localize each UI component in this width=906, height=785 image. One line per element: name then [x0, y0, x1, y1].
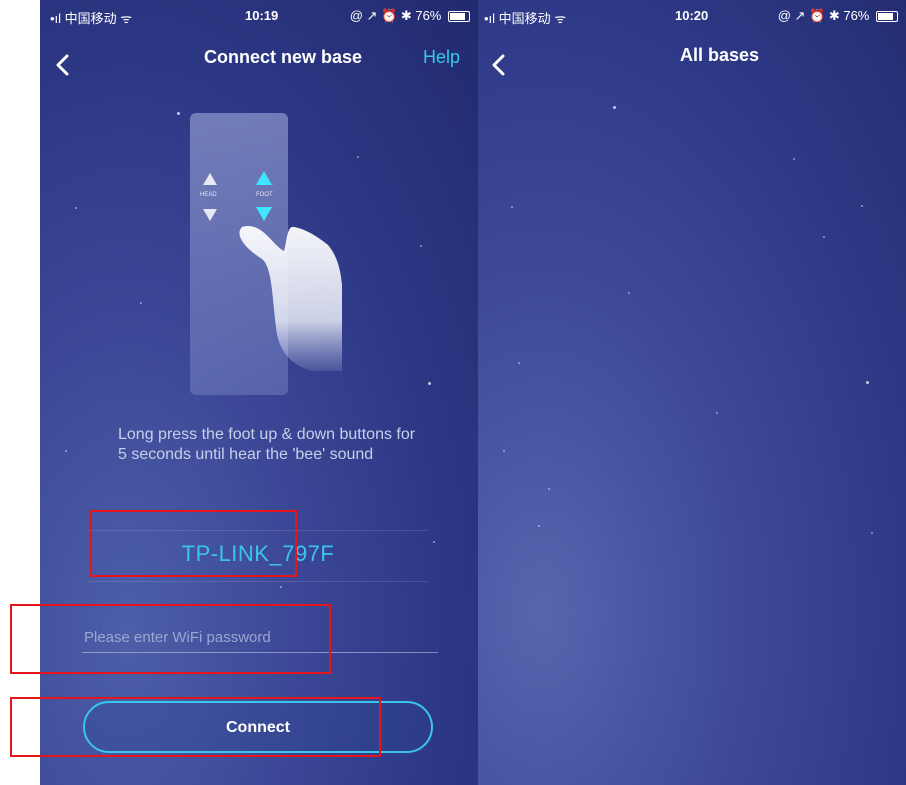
- star: [871, 532, 873, 534]
- star: [420, 245, 422, 247]
- status-bar: •ıl 中国移动 ᯤ 10:19 @ ↗ ⏰ ✱ 76%: [40, 0, 478, 30]
- battery-percent: @ ↗ ⏰ ✱ 76%: [777, 8, 870, 23]
- battery-icon: [876, 11, 898, 23]
- carrier-signal: •ıl 中国移动 ᯤ: [484, 11, 567, 26]
- star: [628, 292, 630, 294]
- star: [65, 450, 67, 452]
- star: [793, 158, 795, 160]
- star: [823, 236, 825, 238]
- star: [503, 450, 505, 452]
- star: [357, 156, 359, 158]
- back-chevron-icon[interactable]: [50, 52, 76, 78]
- star: [861, 205, 863, 207]
- star: [280, 586, 282, 588]
- wifi-ssid-value: TP-LINK_797F: [181, 541, 335, 566]
- star: [75, 207, 77, 209]
- star: [518, 362, 520, 364]
- status-icons: @ ↗ ⏰ ✱ 76%: [350, 8, 470, 24]
- instruction-text: Long press the foot up & down buttons fo…: [118, 426, 416, 463]
- foot-label: FOOT: [256, 192, 273, 198]
- all-bases-screen: •ıl 中国移动 ᯤ 10:20 @ ↗ ⏰ ✱ 76% All bases: [478, 0, 906, 785]
- star: [716, 412, 718, 414]
- connect-new-base-screen: •ıl 中国移动 ᯤ 10:19 @ ↗ ⏰ ✱ 76% Connect new…: [40, 0, 478, 785]
- star: [613, 106, 616, 109]
- wifi-password-input[interactable]: [82, 622, 438, 653]
- star: [538, 525, 540, 527]
- hand-icon: [239, 226, 342, 371]
- page-title: Connect new base: [204, 47, 363, 67]
- star: [548, 488, 550, 490]
- star: [428, 382, 431, 385]
- star: [866, 381, 869, 384]
- page-title: All bases: [680, 45, 760, 65]
- battery-icon: [448, 11, 470, 23]
- battery-percent: @ ↗ ⏰ ✱ 76%: [349, 8, 442, 23]
- head-label: HEAD: [200, 192, 217, 198]
- connect-button[interactable]: Connect: [83, 701, 433, 753]
- help-link[interactable]: Help: [423, 47, 460, 68]
- status-time: 10:19: [245, 8, 279, 23]
- back-chevron-icon[interactable]: [486, 52, 512, 78]
- wifi-ssid-row[interactable]: TP-LINK_797F: [88, 530, 428, 582]
- star: [140, 302, 142, 304]
- status-time: 10:20: [675, 8, 709, 23]
- star: [177, 112, 180, 115]
- carrier-signal: •ıl 中国移动 ᯤ: [50, 11, 133, 26]
- star: [433, 541, 435, 543]
- status-bar: •ıl 中国移动 ᯤ 10:20 @ ↗ ⏰ ✱ 76%: [478, 0, 906, 30]
- status-icons: @ ↗ ⏰ ✱ 76%: [778, 8, 898, 24]
- star: [511, 206, 513, 208]
